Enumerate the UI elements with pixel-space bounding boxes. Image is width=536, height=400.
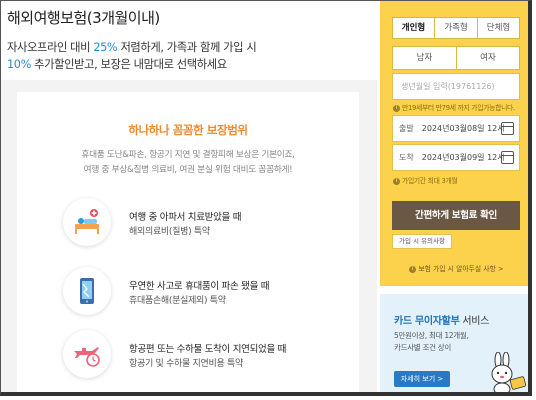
discount-10-pct: 10%: [7, 58, 31, 71]
notice-button[interactable]: 가입 시 유의사항: [392, 234, 452, 249]
flight-delay-icon: [63, 330, 111, 378]
arrive-value: 2024년03월09일 12시: [421, 153, 505, 162]
feature-sub: 항공기 및 수하물 지연비용 특약: [129, 359, 243, 369]
feature-title: 여행 중 아파서 치료받았을 때: [129, 212, 242, 223]
birthdate-input[interactable]: 생년월일 입력(19761126): [392, 73, 520, 100]
coverage-title: 하나하나 꼼꼼한 보장범위: [128, 123, 248, 137]
faq-link-text: 보험 가입 시 알아두실 사항 >: [418, 265, 504, 273]
depart-date-field[interactable]: 출발 2024년03월08일 12시: [392, 115, 520, 142]
gender-male-button[interactable]: 남자: [392, 46, 457, 70]
age-note-text: 만19세부터 만79세 까지 가입가능합니다.: [402, 104, 515, 112]
rabbit-mascot-icon: [491, 352, 527, 392]
info-icon: i: [393, 104, 400, 112]
check-premium-button[interactable]: 간편하게 보험료 확인: [392, 201, 520, 230]
tab-family[interactable]: 가족형: [434, 17, 478, 39]
coverage-card: 하나하나 꼼꼼한 보장범위 휴대품 도난&파손, 항공기 지연 및 결항피해 보…: [17, 92, 359, 392]
banner-detail-button[interactable]: 자세히 보기 >: [394, 371, 450, 387]
broken-phone-icon: [63, 267, 111, 315]
quote-form: 개인형 가족형 단체형 남자 여자 생년월일 입력(19761126) i 만19…: [380, 1, 528, 286]
coverage-desc-line-1: 휴대품 도난&파손, 항공기 지연 및 결항피해 보상은 기본이죠,: [81, 150, 295, 160]
gender-female-button[interactable]: 여자: [456, 46, 520, 70]
feature-medical: 여행 중 아파서 치료받았을 때 해외의료비(질병) 특약: [63, 198, 353, 246]
calendar-icon[interactable]: [501, 122, 514, 135]
subtitle-text: 추가할인받고, 보장은 내맘대로 선택하세요: [30, 58, 227, 71]
period-note-text: 가입기간 최대 3개월: [402, 177, 458, 185]
banner-title-bold: 카드 무이자할부: [394, 316, 460, 327]
feature-belongings: 우연한 사고로 휴대품이 파손 됐을 때 휴대품손해(분실제외) 특약: [63, 267, 353, 315]
arrive-label: 도착: [399, 153, 414, 162]
banner-desc-line-1: 5만원이상, 최대 12개월,: [394, 331, 469, 340]
depart-value: 2024년03월08일 12시: [421, 124, 505, 133]
info-icon: i: [393, 177, 400, 185]
coverage-desc-line-2: 여행 중 부상&질병 의료비, 여권 분실 위험 대비도 꼼꼼하게!: [83, 165, 293, 175]
subtitle-line-2: 10% 추가할인받고, 보장은 내맘대로 선택하세요: [7, 56, 227, 72]
feature-title: 우연한 사고로 휴대품이 파손 됐을 때: [129, 281, 270, 292]
hospital-bed-icon: [63, 198, 111, 246]
depart-label: 출발: [399, 124, 414, 133]
installment-banner[interactable]: 카드 무이자할부 서비스 5만원이상, 최대 12개월, 카드사별 조건 상이 …: [380, 294, 528, 392]
banner-title-plain: 서비스: [459, 316, 490, 327]
discount-25-pct: 25%: [93, 41, 118, 54]
subtitle-line-1: 자사오프라인 대비 25% 저렴하게, 가족과 함께 가입 시: [7, 39, 257, 55]
banner-desc-line-2: 카드사별 조건 상이: [394, 343, 451, 352]
feature-title: 항공편 또는 수하물 도착이 지연되었을 때: [129, 344, 287, 355]
quote-sidebar: 개인형 가족형 단체형 남자 여자 생년월일 입력(19761126) i 만19…: [380, 1, 528, 392]
period-note: i 가입기간 최대 3개월: [393, 175, 458, 185]
subtitle-text: 저렴하게, 가족과 함께 가입 시: [117, 41, 257, 54]
banner-title: 카드 무이자할부 서비스: [394, 312, 489, 327]
faq-link[interactable]: i 보험 가입 시 알아두실 사항 >: [380, 263, 528, 273]
feature-sub: 휴대품손해(분실제외) 특약: [129, 296, 226, 306]
page-title: 해외여행보험(3개월이내): [7, 9, 160, 27]
arrive-date-field[interactable]: 도착 2024년03월09일 12시: [392, 144, 520, 171]
feature-sub: 해외의료비(질병) 특약: [129, 227, 210, 237]
product-intro: 해외여행보험(3개월이내) 자사오프라인 대비 25% 저렴하게, 가족과 함께…: [1, 1, 377, 392]
info-icon: i: [409, 265, 417, 273]
feature-delay: 항공편 또는 수하물 도착이 지연되었을 때 항공기 및 수하물 지연비용 특약: [63, 330, 353, 378]
tab-individual[interactable]: 개인형: [392, 17, 435, 39]
calendar-icon[interactable]: [501, 151, 514, 164]
page-frame: 해외여행보험(3개월이내) 자사오프라인 대비 25% 저렴하게, 가족과 함께…: [0, 0, 532, 396]
age-note: i 만19세부터 만79세 까지 가입가능합니다.: [393, 102, 515, 112]
subtitle-text: 자사오프라인 대비: [7, 41, 94, 54]
tab-group[interactable]: 단체형: [477, 17, 520, 39]
